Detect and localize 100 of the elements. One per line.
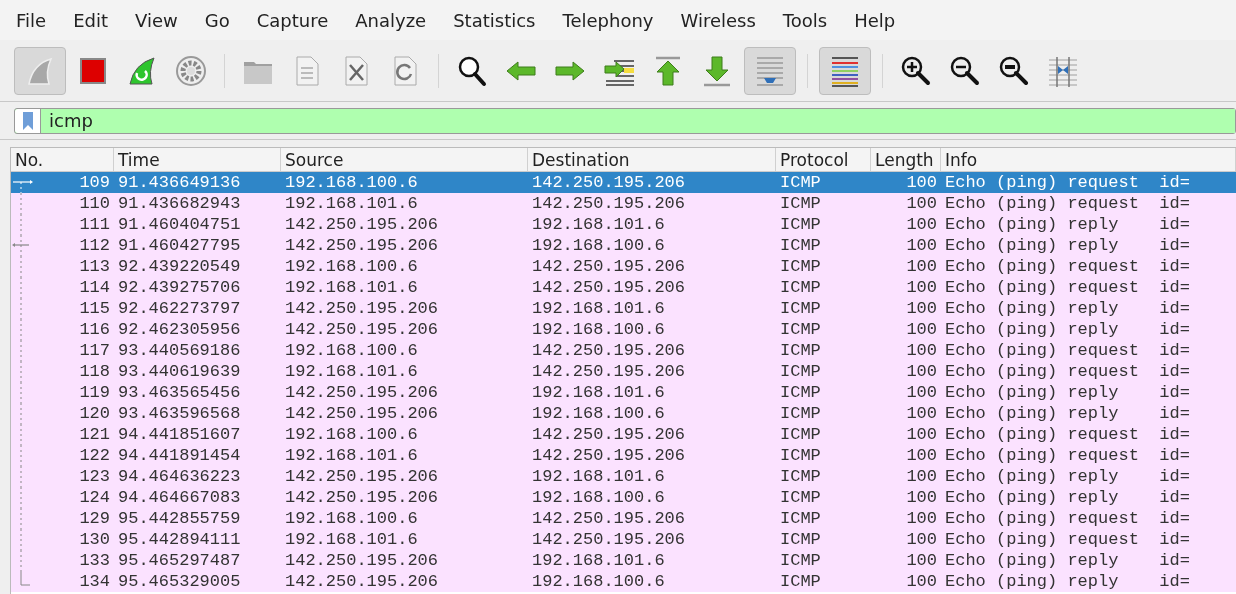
column-header[interactable]: Info xyxy=(941,148,1236,171)
table-cell: 142.250.195.206 xyxy=(285,319,439,340)
packet-row[interactable]: 115 92.462273797 142.250.195.206 192.168.101.6 ICMP 100 Echo (ping) reply id= xyxy=(11,298,1236,319)
table-cell: Echo (ping) request id= xyxy=(945,424,1190,445)
column-header[interactable]: Protocol xyxy=(776,148,871,171)
table-cell: 100 xyxy=(906,340,937,361)
column-header[interactable]: Length xyxy=(871,148,941,171)
table-cell: Echo (ping) reply id= xyxy=(945,235,1190,256)
table-cell: 192.168.100.6 xyxy=(285,424,418,445)
table-cell: 92.439275706 xyxy=(118,277,241,298)
table-cell: 192.168.100.6 xyxy=(532,319,665,340)
response-marker-icon xyxy=(12,235,30,256)
table-cell: 119 xyxy=(79,382,110,403)
column-header[interactable]: No. xyxy=(11,148,114,171)
table-cell: 110 xyxy=(79,193,110,214)
column-header[interactable]: Destination xyxy=(528,148,776,171)
menu-item[interactable]: Telephony xyxy=(560,6,656,34)
table-cell: 100 xyxy=(906,298,937,319)
packet-row[interactable]: 121 94.441851607 192.168.100.6 142.250.195.206 ICMP 100 Echo (ping) request id= xyxy=(11,424,1236,445)
packet-row[interactable]: 110 91.436682943 192.168.101.6 142.250.195.206 ICMP 100 Echo (ping) request id= xyxy=(11,193,1236,214)
table-cell: 192.168.101.6 xyxy=(285,529,418,550)
table-cell: 100 xyxy=(906,445,937,466)
packet-row[interactable]: 109 91.436649136 192.168.100.6 142.250.195.206 ICMP 100 Echo (ping) request id= xyxy=(11,172,1236,193)
menu-item[interactable]: Go xyxy=(202,6,232,34)
menu-item[interactable]: Analyze xyxy=(353,6,429,34)
table-cell: 192.168.100.6 xyxy=(532,403,665,424)
packet-row[interactable]: 133 95.465297487 142.250.195.206 192.168.101.6 ICMP 100 Echo (ping) reply id= xyxy=(11,550,1236,571)
table-cell: ICMP xyxy=(780,340,821,361)
table-cell: 100 xyxy=(906,382,937,403)
table-cell: 100 xyxy=(906,403,937,424)
table-cell: ICMP xyxy=(780,235,821,256)
packet-row[interactable]: 124 94.464667083 142.250.195.206 192.168.100.6 ICMP 100 Echo (ping) reply id= xyxy=(11,487,1236,508)
table-cell: 100 xyxy=(906,529,937,550)
packet-row[interactable]: 120 93.463596568 142.250.195.206 192.168.100.6 ICMP 100 Echo (ping) reply id= xyxy=(11,403,1236,424)
table-cell: 112 xyxy=(79,235,110,256)
table-cell: 100 xyxy=(906,319,937,340)
table-cell: 94.464636223 xyxy=(118,466,241,487)
table-cell: 100 xyxy=(906,277,937,298)
gear-icon xyxy=(174,53,208,88)
packet-row[interactable]: 116 92.462305956 142.250.195.206 192.168.100.6 ICMP 100 Echo (ping) reply id= xyxy=(11,319,1236,340)
table-cell: ICMP xyxy=(780,508,821,529)
menu-item[interactable]: Wireless xyxy=(678,6,758,34)
table-cell: 142.250.195.206 xyxy=(285,298,439,319)
packet-row[interactable]: 130 95.442894111 192.168.101.6 142.250.195.206 ICMP 100 Echo (ping) request id= xyxy=(11,529,1236,550)
menu-item[interactable]: Help xyxy=(852,6,898,34)
table-cell: Echo (ping) reply id= xyxy=(945,382,1190,403)
table-cell: Echo (ping) reply id= xyxy=(945,403,1190,424)
packet-row[interactable]: 113 92.439220549 192.168.100.6 142.250.195.206 ICMP 100 Echo (ping) request id= xyxy=(11,256,1236,277)
packet-row[interactable]: 114 92.439275706 192.168.101.6 142.250.195.206 ICMP 100 Echo (ping) request id= xyxy=(11,277,1236,298)
table-cell: 100 xyxy=(906,487,937,508)
table-cell: 91.460404751 xyxy=(118,214,241,235)
packet-row[interactable]: 129 95.442855759 192.168.100.6 142.250.195.206 ICMP 100 Echo (ping) request id= xyxy=(11,508,1236,529)
menu-item[interactable]: Edit xyxy=(71,6,110,34)
table-cell: Echo (ping) request id= xyxy=(945,361,1190,382)
table-cell: 192.168.100.6 xyxy=(285,340,418,361)
column-header[interactable]: Source xyxy=(281,148,528,171)
table-cell: 93.440569186 xyxy=(118,340,241,361)
table-cell: ICMP xyxy=(780,571,821,592)
table-cell: 114 xyxy=(79,277,110,298)
table-cell: 123 xyxy=(79,466,110,487)
table-cell: ICMP xyxy=(780,277,821,298)
packet-row[interactable]: 118 93.440619639 192.168.101.6 142.250.195.206 ICMP 100 Echo (ping) request id= xyxy=(11,361,1236,382)
table-cell: 142.250.195.206 xyxy=(532,424,686,445)
table-cell: 95.465329005 xyxy=(118,571,241,592)
table-cell: Echo (ping) request id= xyxy=(945,172,1190,193)
table-cell: 142.250.195.206 xyxy=(285,550,439,571)
packet-row[interactable]: 119 93.463565456 142.250.195.206 192.168.101.6 ICMP 100 Echo (ping) reply id= xyxy=(11,382,1236,403)
packet-row[interactable]: 122 94.441891454 192.168.101.6 142.250.195.206 ICMP 100 Echo (ping) request id= xyxy=(11,445,1236,466)
packet-row[interactable]: 112 91.460427795 142.250.195.206 192.168.100.6 ICMP 100 Echo (ping) reply id= xyxy=(11,235,1236,256)
menu-item[interactable]: Capture xyxy=(254,6,331,34)
table-cell: 91.436682943 xyxy=(118,193,241,214)
packet-row[interactable]: 134 95.465329005 142.250.195.206 192.168.100.6 ICMP 100 Echo (ping) reply id= xyxy=(11,571,1236,592)
table-cell: 91.436649136 xyxy=(118,172,241,193)
table-cell: 192.168.101.6 xyxy=(532,466,665,487)
menu-item[interactable]: File xyxy=(14,6,49,34)
table-cell: Echo (ping) reply id= xyxy=(945,214,1190,235)
menu-item[interactable]: View xyxy=(133,6,180,34)
table-cell: 91.460427795 xyxy=(118,235,241,256)
table-cell: 92.439220549 xyxy=(118,256,241,277)
table-cell: 116 xyxy=(79,319,110,340)
menu-item[interactable]: Tools xyxy=(780,6,830,34)
table-cell: 142.250.195.206 xyxy=(532,361,686,382)
table-cell: 142.250.195.206 xyxy=(532,340,686,361)
packet-row[interactable]: 123 94.464636223 142.250.195.206 192.168.101.6 ICMP 100 Echo (ping) reply id= xyxy=(11,466,1236,487)
column-header[interactable]: Time xyxy=(114,148,281,171)
packet-row[interactable]: 117 93.440569186 192.168.100.6 142.250.195.206 ICMP 100 Echo (ping) request id= xyxy=(11,340,1236,361)
table-cell: 100 xyxy=(906,214,937,235)
toolbar-button[interactable] xyxy=(819,46,871,95)
table-cell: 192.168.100.6 xyxy=(285,172,418,193)
packet-row[interactable]: 111 91.460404751 142.250.195.206 192.168.101.6 ICMP 100 Echo (ping) reply id= xyxy=(11,214,1236,235)
table-cell: 130 xyxy=(79,529,110,550)
table-cell: ICMP xyxy=(780,529,821,550)
table-cell: ICMP xyxy=(780,382,821,403)
menu-item[interactable]: Statistics xyxy=(451,6,538,34)
table-cell: ICMP xyxy=(780,214,821,235)
table-cell: 142.250.195.206 xyxy=(285,571,439,592)
table-cell: ICMP xyxy=(780,361,821,382)
table-cell: ICMP xyxy=(780,550,821,571)
table-cell: Echo (ping) reply id= xyxy=(945,319,1190,340)
table-cell: 100 xyxy=(906,193,937,214)
